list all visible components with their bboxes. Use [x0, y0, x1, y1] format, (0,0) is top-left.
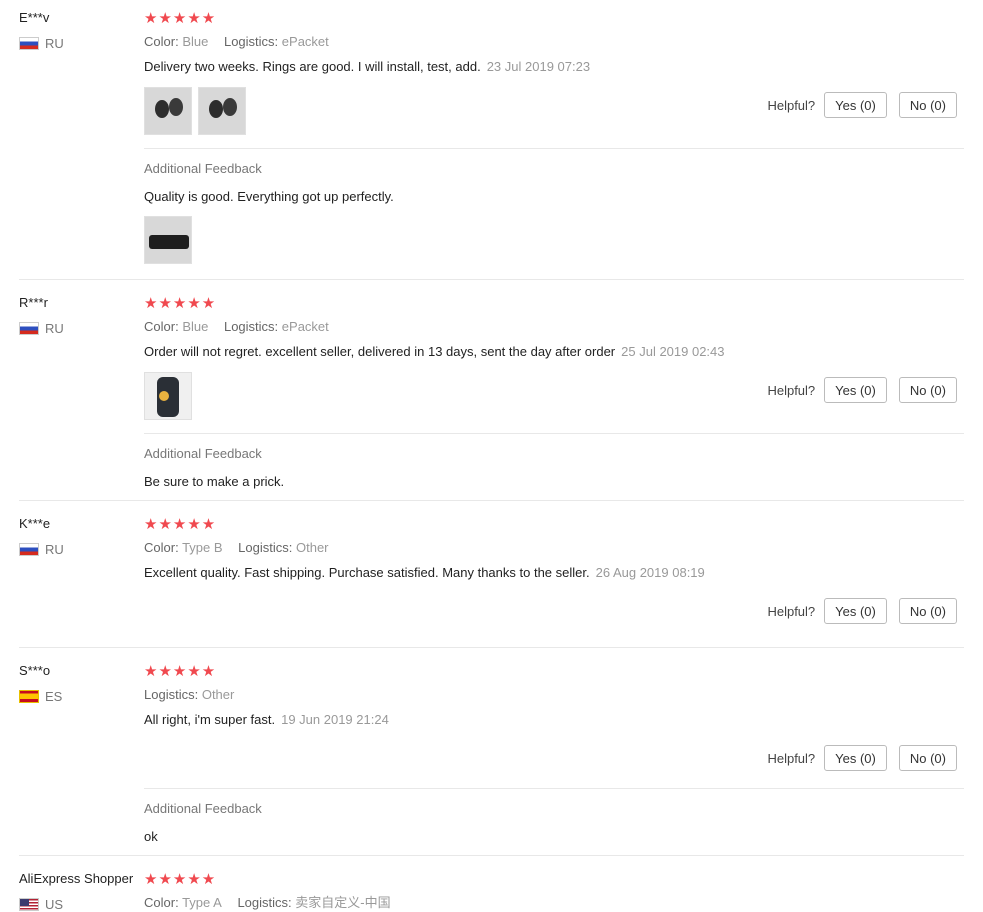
review-photo-thumbnail[interactable] [198, 87, 246, 135]
reviewer-country: RU [19, 542, 64, 557]
additional-feedback-text: ok [144, 829, 158, 844]
review-date: 26 Aug 2019 08:19 [595, 565, 705, 580]
helpful-no-button[interactable]: No (0) [898, 598, 957, 624]
flag-ru-icon [19, 322, 39, 335]
flag-ru-icon [19, 543, 39, 556]
helpful-no-button[interactable]: No (0) [898, 745, 957, 771]
helpful-label: Helpful? [767, 97, 816, 113]
helpful-yes-button[interactable]: Yes (0) [824, 377, 887, 403]
review-photo-thumbnail[interactable] [144, 216, 192, 264]
review-text: Order will not regret. excellent seller,… [144, 344, 957, 360]
additional-feedback-title: Additional Feedback [144, 161, 262, 176]
additional-feedback-text: Quality is good. Everything got up perfe… [144, 189, 394, 204]
helpful-controls: Helpful? Yes (0) No (0) [767, 598, 957, 624]
review-content: ★★★★★ Color: Type B Logistics: Other Exc… [144, 516, 957, 581]
logistics-value: ePacket [281, 319, 329, 334]
review-meta: Color: Blue Logistics: ePacket [144, 319, 957, 335]
helpful-controls: Helpful? Yes (0) No (0) [767, 745, 957, 771]
review-separator [19, 855, 964, 856]
review-date: 23 Jul 2019 07:23 [486, 59, 591, 74]
review-text: All right, i'm super fast. 19 Jun 2019 21… [144, 712, 957, 728]
review-meta: Logistics: Other [144, 687, 957, 703]
helpful-controls: Helpful? Yes (0) No (0) [767, 92, 957, 118]
reviewer-name: R***r [19, 295, 48, 310]
country-code: RU [45, 36, 64, 51]
helpful-label: Helpful? [767, 603, 816, 619]
reviewer-country: ES [19, 689, 62, 704]
color-value: Blue [182, 34, 209, 49]
color-value: Type A [182, 895, 222, 910]
color-label: Color: [144, 540, 179, 555]
country-code: RU [45, 321, 64, 336]
flag-es-icon [19, 690, 39, 703]
helpful-label: Helpful? [767, 750, 816, 766]
review-date: 19 Jun 2019 21:24 [281, 712, 389, 727]
star-rating: ★★★★★ [144, 663, 217, 680]
review-date: 25 Jul 2019 02:43 [621, 344, 725, 359]
flag-ru-icon [19, 37, 39, 50]
country-code: ES [45, 689, 63, 704]
helpful-controls: Helpful? Yes (0) No (0) [767, 377, 957, 403]
country-code: US [45, 897, 64, 912]
reviewer-country: RU [19, 36, 64, 51]
divider [144, 148, 964, 149]
color-value: Blue [182, 319, 209, 334]
logistics-label: Logistics: [144, 687, 199, 702]
review-photo-thumbnail[interactable] [144, 87, 192, 135]
logistics-value: Other [201, 687, 235, 702]
color-value: Type B [182, 540, 223, 555]
review-body: Delivery two weeks. Rings are good. I wi… [144, 59, 481, 74]
reviewer-name: E***v [19, 10, 50, 25]
reviewer-name: K***e [19, 516, 51, 531]
reviewer-name: S***o [19, 663, 51, 678]
additional-feedback-title: Additional Feedback [144, 801, 262, 816]
review-meta: Color: Type B Logistics: Other [144, 540, 957, 556]
review-body: All right, i'm super fast. [144, 712, 276, 727]
logistics-label: Logistics: [237, 895, 292, 910]
review-separator [19, 500, 964, 501]
review-content: ★★★★★ Color: Type A Logistics: 卖家自定义-中国 [144, 871, 957, 911]
star-rating: ★★★★★ [144, 295, 217, 312]
review-content: ★★★★★ Logistics: Other All right, i'm su… [144, 663, 957, 728]
logistics-label: Logistics: [223, 319, 279, 334]
star-rating: ★★★★★ [144, 871, 217, 888]
logistics-value: Other [296, 540, 329, 555]
divider [144, 788, 964, 789]
review-separator [19, 647, 964, 648]
divider [144, 433, 964, 434]
star-rating: ★★★★★ [144, 516, 217, 533]
review-text: Delivery two weeks. Rings are good. I wi… [144, 59, 957, 75]
review-text: Excellent quality. Fast shipping. Purcha… [144, 565, 957, 581]
logistics-value: ePacket [281, 34, 329, 49]
additional-feedback-title: Additional Feedback [144, 446, 262, 461]
helpful-no-button[interactable]: No (0) [898, 92, 957, 118]
helpful-label: Helpful? [767, 382, 816, 398]
reviewer-country: RU [19, 321, 64, 336]
review-photo-thumbnail[interactable] [144, 372, 192, 420]
logistics-label: Logistics: [238, 540, 293, 555]
color-label: Color: [144, 34, 179, 49]
helpful-no-button[interactable]: No (0) [898, 377, 957, 403]
country-code: RU [45, 542, 64, 557]
flag-us-icon [19, 898, 39, 911]
color-label: Color: [144, 319, 179, 334]
helpful-yes-button[interactable]: Yes (0) [824, 598, 887, 624]
review-body: Order will not regret. excellent seller,… [144, 344, 616, 359]
logistics-label: Logistics: [223, 34, 279, 49]
additional-feedback-text: Be sure to make a prick. [144, 474, 285, 489]
review-meta: Color: Type A Logistics: 卖家自定义-中国 [144, 895, 957, 911]
helpful-yes-button[interactable]: Yes (0) [824, 92, 887, 118]
helpful-yes-button[interactable]: Yes (0) [824, 745, 887, 771]
star-rating: ★★★★★ [144, 10, 217, 27]
logistics-value: 卖家自定义-中国 [295, 895, 391, 910]
review-meta: Color: Blue Logistics: ePacket [144, 34, 957, 50]
color-label: Color: [144, 895, 179, 910]
reviewer-name: AliExpress Shopper [19, 871, 134, 886]
review-separator [19, 279, 964, 280]
reviewer-country: US [19, 897, 63, 912]
review-body: Excellent quality. Fast shipping. Purcha… [144, 565, 590, 580]
